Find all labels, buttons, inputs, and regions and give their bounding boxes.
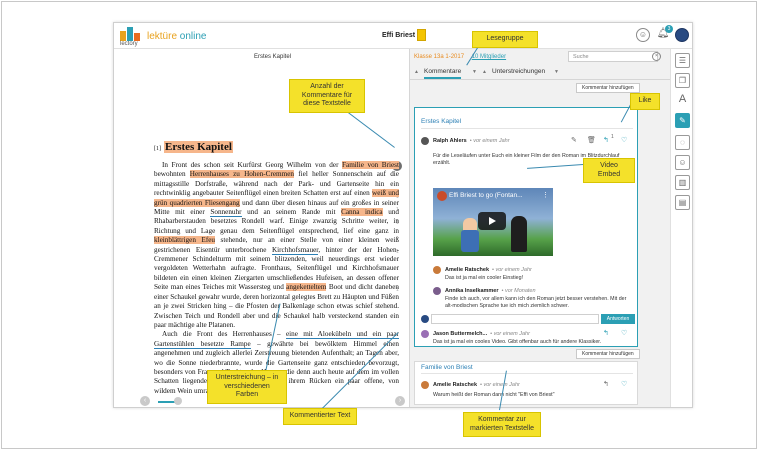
text-segment: und an seinem Rande mit [241, 208, 342, 217]
callout-video: Video Embed [583, 158, 635, 183]
comment-card: Familie von Briest Amelie Ratschek • vor … [414, 361, 638, 405]
chapter-header: Erstes Kapitel [254, 54, 292, 60]
play-icon[interactable] [478, 212, 506, 230]
reply-author: Amelie Ratschek • vor einem Jahr [445, 267, 532, 273]
tab-underlines[interactable]: Unterstreichungen [492, 68, 545, 75]
video-figure [461, 218, 479, 252]
chevron-up-icon[interactable]: ▲ [482, 69, 487, 75]
add-comment-button[interactable]: Kommentar hinzufügen [576, 407, 640, 408]
group-row: Klasse 13a 1-2017 10 Mitglieder [414, 54, 506, 60]
app-window: lectory lektüre online Effi Briest ☺ 🔔︎ 3… [113, 22, 693, 408]
group-name[interactable]: Klasse 13a 1-2017 [414, 54, 464, 60]
callout-lesegruppe: Lesegruppe [472, 31, 538, 48]
callout-commented-text: Kommentierter Text [283, 408, 357, 425]
logo-icon [120, 27, 142, 41]
commented-text-highlight[interactable]: Canna indica [341, 208, 383, 217]
commented-text-highlight[interactable]: Familie von Briest [342, 161, 399, 169]
avatar [433, 287, 441, 295]
text-segment: bewohnten [154, 170, 190, 179]
text-style-icon[interactable]: A [675, 93, 690, 108]
reading-text[interactable]: In Front des schon seit Kurfürst Georg W… [154, 161, 399, 396]
video-embed[interactable]: Effi Briest to go (Fontan... ⋮ [433, 188, 553, 256]
slider-handle[interactable] [174, 397, 182, 405]
video-title: Effi Briest to go (Fontan... [449, 192, 523, 199]
edit-icon[interactable]: ✎ [571, 136, 577, 144]
reply-author: Annika Inselkammer • vor Monaten [445, 288, 536, 294]
delete-icon[interactable]: 🗑︎ [587, 136, 596, 144]
chevron-down-icon[interactable]: ▼ [554, 69, 559, 75]
add-comment-button[interactable]: Kommentar hinzufügen [576, 349, 640, 359]
more-icon[interactable]: ⋮ [542, 191, 549, 199]
callout-comment-count: Anzahl der Kommentare für diese Textstel… [289, 79, 365, 113]
comment-text: Das ist ja mal ein cooles Video. Gibt of… [433, 339, 602, 345]
reply-button[interactable]: Antworten [601, 314, 635, 324]
comment-author: Amelie Ratschek • vor einem Jahr [433, 382, 520, 388]
group-icon[interactable]: ☺ [675, 155, 690, 170]
chat-icon[interactable]: ◌ [675, 135, 690, 150]
book-title: Effi Briest [382, 32, 416, 39]
group-members-link[interactable]: 10 Mitglieder [472, 54, 506, 60]
search-input[interactable]: Suche [568, 51, 658, 62]
like-count: 1 [611, 134, 614, 140]
reply-icon[interactable]: ↰ [603, 380, 609, 388]
prev-page-icon[interactable]: ‹ [140, 396, 150, 406]
channel-avatar [437, 191, 447, 201]
tab-bar: ▲ Kommentare ▼ ▲ Unterstreichungen ▼ [410, 66, 670, 80]
comment-author: Jason Buttermelch... • vor einem Jahr [433, 331, 530, 337]
callout-like: Like [630, 93, 660, 110]
reply-text: Finde ich auch, vor allem kann ich den R… [445, 296, 627, 309]
avatar [421, 381, 429, 389]
section-title[interactable]: Familie von Briest [421, 364, 473, 371]
avatar[interactable] [675, 28, 689, 42]
tab-comments[interactable]: Kommentare [424, 68, 462, 79]
callout-comment-on-selection: Kommentar zur markierten Textstelle [463, 412, 541, 437]
divider [421, 128, 633, 129]
app-name[interactable]: lektüre online [147, 31, 207, 42]
reply-icon[interactable]: ↰ [603, 329, 609, 337]
chevron-up-icon[interactable]: ▲ [414, 69, 419, 75]
book-icon[interactable]: ▥ [675, 175, 690, 190]
chevron-down-icon[interactable]: ▼ [472, 69, 477, 75]
chapter-title: [1] Erstes Kapitel [154, 141, 233, 153]
avatar [421, 315, 429, 323]
next-page-icon[interactable]: › [395, 396, 405, 406]
document-icon[interactable]: ▤ [675, 195, 690, 210]
text-segment: In Front des schon seit Kurfürst Georg W… [162, 161, 343, 169]
avatar [421, 330, 429, 338]
comments-icon[interactable]: ❐ [675, 73, 690, 88]
text-segment: Auch die Front des Herrenhauses – [162, 330, 286, 339]
book-icon[interactable] [417, 29, 426, 41]
group-icon[interactable]: ☺ [636, 28, 650, 42]
bell-icon[interactable]: 🔔︎ 3 [656, 25, 673, 42]
avatar [421, 137, 429, 145]
reply-icon[interactable]: ↰ [603, 136, 609, 144]
commented-text-highlight[interactable]: kleinblättrigen Efeu [154, 236, 216, 245]
top-bar: lectory lektüre online Effi Briest ☺ 🔔︎ 3 [114, 23, 692, 49]
reply-text: Das ist ja mal ein cooler Einstieg! [445, 275, 524, 281]
comment-author: Ralph Ahlers • vor einem Jahr [433, 138, 510, 144]
comment-text: Warum heißt der Roman dann nicht "Effi v… [433, 392, 555, 398]
section-title[interactable]: Erstes Kapitel [421, 118, 461, 125]
add-comment-button[interactable]: Kommentar hinzufügen [576, 83, 640, 93]
heart-icon[interactable]: ♡ [621, 329, 627, 337]
notes-icon[interactable]: ✎ [675, 113, 690, 128]
callout-underline: Unterstreichung – in verschiedenen Farbe… [207, 370, 287, 404]
underline-highlight[interactable]: Kirchhofsmauer [271, 245, 319, 255]
heart-icon[interactable]: ♡ [621, 380, 627, 388]
right-toolbar: ☰ ❐ A ✎ ◌ ☺ ▥ ▤ [670, 49, 692, 407]
comment-card: Erstes Kapitel Ralph Ahlers • vor einem J… [414, 107, 638, 347]
paragraph-1: In Front des schon seit Kurfürst Georg W… [154, 161, 399, 330]
reply-input[interactable] [431, 314, 599, 324]
close-icon[interactable]: × [652, 52, 661, 61]
underline-highlight[interactable]: Sonnenuhr [210, 208, 242, 218]
notification-badge: 3 [665, 25, 673, 33]
video-figure [511, 216, 527, 252]
commented-text-highlight[interactable]: angeketteltem [286, 283, 327, 292]
avatar [433, 266, 441, 274]
list-icon[interactable]: ☰ [675, 53, 690, 68]
logo-name: lectory [120, 41, 138, 47]
commented-text-highlight[interactable]: Herrenhauses zu Hohen-Cremmen [189, 170, 295, 179]
heart-icon[interactable]: ♡ [621, 136, 627, 144]
divider [421, 373, 633, 374]
